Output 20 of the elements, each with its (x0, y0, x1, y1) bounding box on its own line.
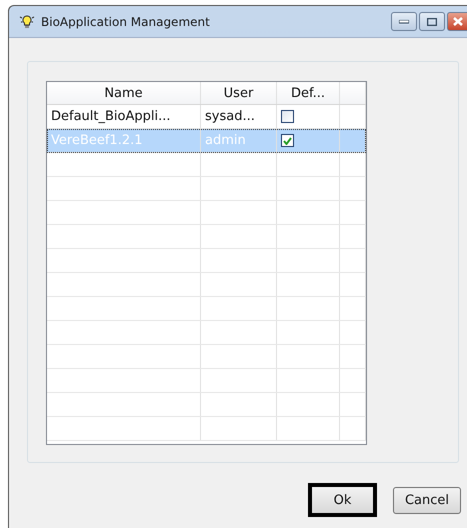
maximize-button[interactable] (419, 12, 445, 31)
table-cell: Default_BioAppli... (47, 105, 201, 128)
ok-button[interactable]: Ok (308, 483, 377, 517)
checkbox[interactable] (281, 110, 294, 123)
maximize-icon (427, 18, 437, 26)
window-title: BioApplication Management (41, 14, 211, 28)
close-icon (452, 17, 462, 26)
minimize-button[interactable] (391, 12, 417, 31)
cancel-button[interactable]: Cancel (393, 486, 461, 514)
column-header[interactable]: Def... (277, 82, 340, 104)
table-cell: sysad... (201, 105, 277, 128)
column-header[interactable]: User (201, 82, 277, 104)
close-button[interactable] (447, 12, 467, 31)
minimize-icon (399, 20, 409, 24)
table-cell: VereBeef1.2.1 (47, 129, 201, 152)
table-cell: admin (201, 129, 277, 152)
column-header[interactable]: Name (47, 82, 201, 104)
table-row[interactable]: Default_BioAppli... sysad... (47, 105, 366, 129)
lightbulb-icon (19, 14, 35, 30)
checkbox[interactable] (281, 134, 294, 147)
